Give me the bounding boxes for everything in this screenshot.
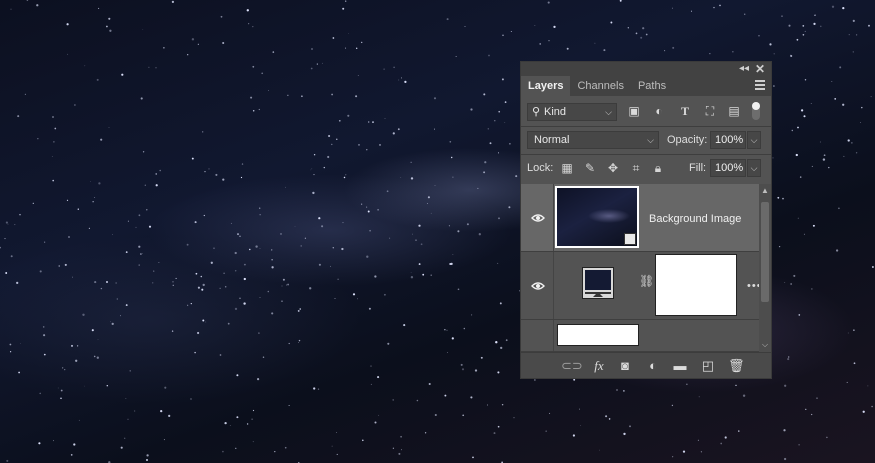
layer-thumbnail[interactable] bbox=[555, 186, 639, 248]
layers-panel: ◂◂ ✕ Layers Channels Paths ⚲ Kind ⌵ ▣ ◐ … bbox=[520, 61, 772, 379]
opacity-label: Opacity: bbox=[667, 134, 708, 146]
chevron-down-icon: ⌵ bbox=[605, 107, 612, 117]
divider bbox=[553, 320, 554, 351]
layers-scrollbar[interactable]: ▲ ⌵ bbox=[759, 184, 771, 352]
scroll-down-icon[interactable]: ⌵ bbox=[759, 340, 771, 350]
new-adjustment-icon[interactable]: ◐ bbox=[645, 358, 661, 374]
panel-tabs: Layers Channels Paths bbox=[521, 76, 771, 96]
brush-icon[interactable]: ✎ bbox=[583, 161, 597, 175]
smart-object-filter-icon[interactable]: ▤ bbox=[727, 104, 741, 118]
chevron-down-icon: ⌵ bbox=[647, 135, 654, 145]
divider bbox=[521, 154, 771, 155]
tab-channels[interactable]: Channels bbox=[570, 76, 630, 96]
artboard-icon[interactable]: ⌗ bbox=[629, 161, 643, 175]
fill-label: Fill: bbox=[689, 162, 707, 174]
opacity-input[interactable]: 100% bbox=[710, 131, 746, 149]
image-filter-icon[interactable]: ▣ bbox=[627, 104, 641, 118]
tab-layers[interactable]: Layers bbox=[521, 76, 571, 96]
layer-row-background-image[interactable]: Background Image bbox=[521, 184, 759, 252]
search-icon: ⚲ bbox=[532, 106, 541, 118]
blend-row: Normal ⌵ Opacity: 100% ⌵ bbox=[521, 130, 771, 152]
fx-icon[interactable]: fx bbox=[591, 358, 607, 374]
panel-menu-icon[interactable] bbox=[755, 80, 765, 92]
layer-row-adjustment[interactable]: ⛓ ••• bbox=[521, 252, 759, 320]
more-icon: ••• bbox=[747, 280, 759, 292]
blend-mode-select[interactable]: Normal ⌵ bbox=[527, 131, 659, 149]
close-icon[interactable]: ✕ bbox=[755, 62, 765, 76]
lock-pixels-icon[interactable]: ▦ bbox=[560, 161, 574, 175]
layers-list: Background Image ⛓ ••• bbox=[521, 184, 759, 352]
eye-icon[interactable] bbox=[531, 213, 545, 223]
panel-footer: ⊂⊃ fx ◙ ◐ ▬ ◰ 🗑︎ bbox=[521, 352, 771, 378]
filter-kind-select[interactable]: ⚲ Kind ⌵ bbox=[527, 103, 617, 121]
layer-thumbnail[interactable] bbox=[557, 324, 639, 346]
scroll-up-icon[interactable]: ▲ bbox=[759, 186, 771, 195]
layer-mask-thumbnail[interactable] bbox=[655, 254, 737, 316]
blend-mode-value: Normal bbox=[534, 134, 570, 146]
divider bbox=[553, 184, 554, 251]
fill-input[interactable]: 100% bbox=[710, 159, 746, 177]
link-layers-icon[interactable]: ⊂⊃ bbox=[561, 358, 583, 374]
lock-icon[interactable]: 🔒︎ bbox=[651, 161, 665, 175]
lock-row: Lock: ▦ ✎ ✥ ⌗ 🔒︎ Fill: 100% ⌵ bbox=[521, 158, 771, 180]
levels-adjustment-icon[interactable] bbox=[582, 267, 614, 299]
shape-filter-icon[interactable]: ⛶ bbox=[703, 104, 717, 118]
panel-titlebar[interactable]: ◂◂ ✕ bbox=[521, 62, 771, 76]
filter-kind-label: Kind bbox=[544, 106, 567, 118]
divider bbox=[553, 252, 554, 319]
layer-row-fill[interactable] bbox=[521, 320, 759, 352]
scroll-thumb[interactable] bbox=[761, 202, 769, 302]
new-layer-icon[interactable]: ◰ bbox=[700, 358, 716, 374]
lock-label: Lock: bbox=[527, 162, 554, 174]
toggle-icon[interactable] bbox=[752, 102, 760, 120]
tab-paths[interactable]: Paths bbox=[631, 76, 673, 96]
opacity-dropdown-icon[interactable]: ⌵ bbox=[747, 131, 761, 149]
folder-icon[interactable]: ▬ bbox=[672, 358, 688, 374]
move-icon[interactable]: ✥ bbox=[606, 161, 620, 175]
divider bbox=[521, 126, 771, 127]
fill-dropdown-icon[interactable]: ⌵ bbox=[747, 159, 761, 177]
eye-icon[interactable] bbox=[531, 281, 545, 291]
smart-object-badge-icon bbox=[624, 233, 636, 245]
link-icon[interactable]: ⛓ bbox=[639, 274, 654, 292]
filter-row: ⚲ Kind ⌵ ▣ ◐ T ⛶ ▤ bbox=[521, 102, 771, 124]
mask-icon[interactable]: ◙ bbox=[617, 358, 633, 374]
trash-icon[interactable]: 🗑︎ bbox=[728, 358, 745, 374]
adjustment-filter-icon[interactable]: ◐ bbox=[652, 104, 666, 118]
collapse-icon[interactable]: ◂◂ bbox=[739, 63, 749, 74]
type-filter-icon[interactable]: T bbox=[678, 104, 692, 118]
layer-name[interactable]: Background Image bbox=[649, 213, 741, 225]
